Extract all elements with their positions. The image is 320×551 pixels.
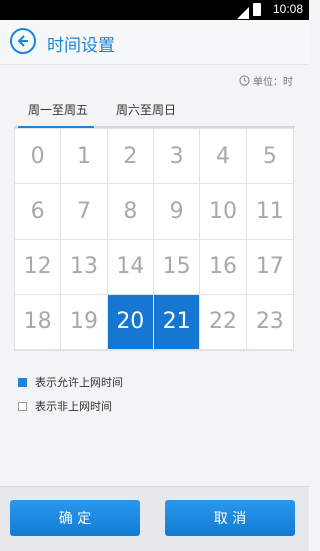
status-bar: 10:08 (0, 0, 309, 20)
hour-cell[interactable]: 7 (61, 184, 108, 240)
tab-weekend[interactable]: 周六至周日 (116, 101, 176, 118)
hour-cell[interactable]: 3 (153, 129, 201, 185)
hour-cell[interactable]: 16 (200, 239, 247, 295)
hour-cell[interactable]: 5 (246, 129, 293, 185)
hour-cell[interactable]: 23 (246, 295, 293, 350)
hour-cell[interactable]: 1 (61, 129, 108, 185)
battery-icon (253, 3, 261, 16)
page-title: 时间设置 (47, 36, 115, 56)
hour-cell[interactable]: 11 (246, 184, 293, 240)
hour-cell[interactable]: 10 (200, 184, 247, 240)
back-button[interactable] (10, 28, 36, 54)
hour-cell[interactable]: 15 (153, 239, 201, 295)
legend-allowed-label: 表示允许上网时间 (35, 376, 123, 389)
clock-icon (239, 75, 250, 86)
cancel-button[interactable]: 取 消 (165, 500, 295, 536)
hour-cell[interactable]: 14 (107, 239, 154, 295)
hour-cell[interactable]: 0 (15, 129, 62, 185)
back-arrow-icon (17, 35, 28, 47)
hour-cell[interactable]: 8 (107, 184, 154, 240)
hour-cell[interactable]: 22 (200, 294, 247, 350)
confirm-button[interactable]: 确 定 (10, 500, 140, 536)
hour-cell[interactable]: 9 (153, 184, 201, 240)
allowed-swatch (18, 377, 27, 387)
hour-cell[interactable]: 19 (61, 294, 108, 350)
hour-grid: 0 1 2 3 4 5 6 7 8 9 10 11 12 13 14 15 16 17 18 19 20 21 22 23 (14, 128, 294, 351)
hour-cell[interactable]: 21 (153, 294, 201, 350)
hour-cell[interactable]: 12 (15, 239, 62, 295)
hour-cell[interactable]: 4 (200, 129, 247, 185)
header: 时间设置 (0, 20, 309, 65)
legend-not-allowed-label: 表示非上网时间 (35, 400, 112, 413)
tab-weekdays[interactable]: 周一至周五 (28, 101, 88, 118)
unit-row: 单位：时 (239, 73, 293, 88)
unit-label: 单位：时 (253, 77, 293, 88)
hour-cell[interactable]: 2 (107, 129, 154, 185)
hour-cell[interactable]: 6 (15, 184, 62, 240)
hour-cell[interactable]: 18 (15, 294, 62, 350)
hour-cell[interactable]: 17 (246, 240, 293, 295)
not-allowed-swatch (18, 401, 27, 411)
bottom-bar: 确 定 取 消 (0, 486, 309, 551)
day-tabs: 周一至周五 周六至周日 (14, 92, 295, 128)
legend-not-allowed: 表示非上网时间 (18, 398, 112, 414)
hour-cell[interactable]: 13 (61, 239, 108, 295)
clock-text: 10:08 (272, 2, 303, 16)
legend-allowed: 表示允许上网时间 (18, 374, 123, 390)
hour-cell[interactable]: 20 (107, 294, 154, 350)
